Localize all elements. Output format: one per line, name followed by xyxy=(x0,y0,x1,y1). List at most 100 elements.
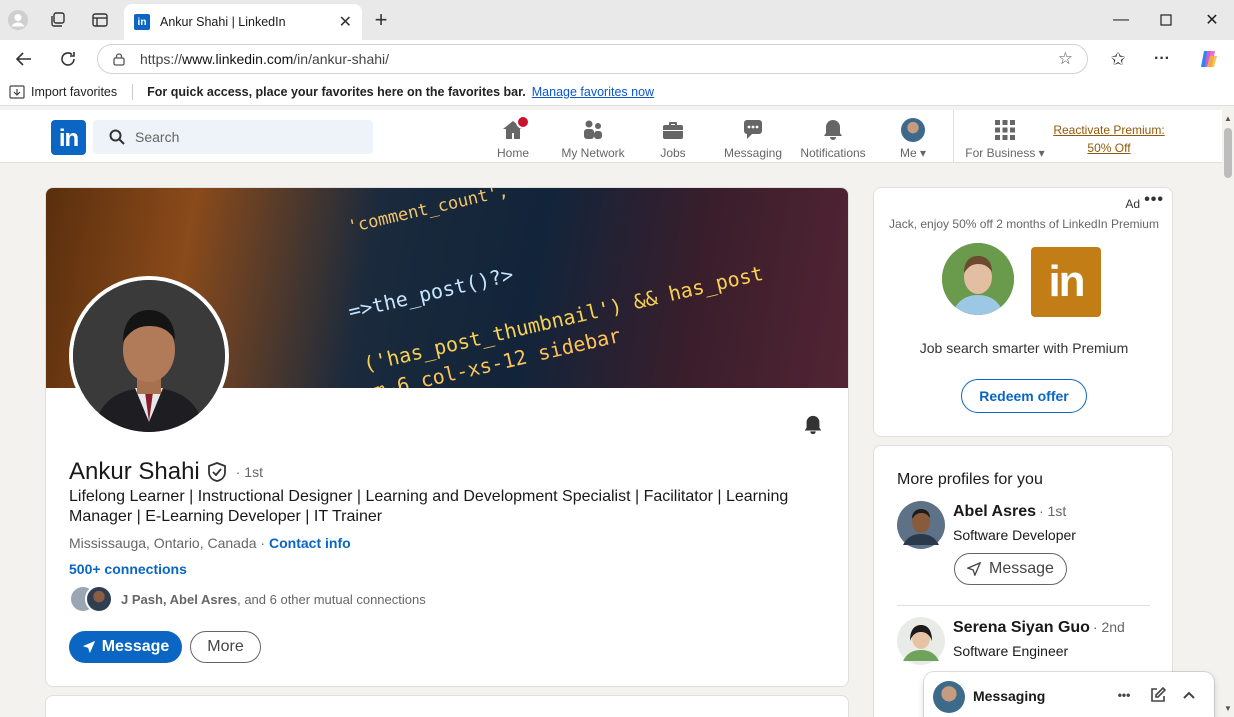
more-button[interactable]: More xyxy=(190,631,261,663)
profile-role: Software Engineer xyxy=(953,643,1069,659)
minimize-icon[interactable]: — xyxy=(1101,6,1141,34)
nav-me[interactable]: Me ▾ xyxy=(873,118,953,160)
divider xyxy=(953,110,954,163)
new-tab-icon[interactable]: + xyxy=(369,7,393,32)
close-window-icon[interactable]: ✕ xyxy=(1192,6,1232,34)
grid-icon xyxy=(962,118,1048,142)
banner-code-line: =>the_post()?> xyxy=(346,262,516,324)
redeem-offer-button[interactable]: Redeem offer xyxy=(961,379,1087,413)
scrollbar[interactable]: ▲ ▼ xyxy=(1222,110,1234,717)
add-favorite-star-icon[interactable]: ☆ xyxy=(1058,49,1073,69)
chevron-down-icon: ▾ xyxy=(919,146,927,160)
nav-messaging[interactable]: Messaging xyxy=(713,118,793,160)
favorites-icon[interactable]: ✩ xyxy=(1106,47,1130,71)
next-section-card xyxy=(45,695,849,717)
nav-label: For Business ▾ xyxy=(965,146,1045,160)
avatar[interactable] xyxy=(897,501,945,549)
nav-for-business[interactable]: For Business ▾ xyxy=(962,118,1048,160)
briefcase-icon xyxy=(633,118,713,142)
nav-label: Messaging xyxy=(723,146,783,160)
favorites-bar: Import favorites For quick access, place… xyxy=(0,78,1234,106)
profile-name[interactable]: Serena Siyan Guo · 2nd xyxy=(953,619,1125,637)
scroll-up-icon: ▲ xyxy=(1224,114,1232,123)
nav-my-network[interactable]: My Network xyxy=(553,118,633,160)
ad-text: Jack, enjoy 50% off 2 months of LinkedIn… xyxy=(889,217,1159,231)
tab-actions-icon[interactable] xyxy=(88,8,112,32)
url-field[interactable]: https://www.linkedin.com/in/ankur-shahi/… xyxy=(97,44,1088,74)
nav-label: My Network xyxy=(561,146,625,160)
avatar xyxy=(933,681,965,713)
chevron-down-icon: ▾ xyxy=(1038,146,1045,160)
profile-photo[interactable] xyxy=(69,276,229,436)
ad-label: Ad xyxy=(1125,197,1140,211)
chevron-up-icon[interactable] xyxy=(1179,685,1199,705)
address-toolbar: https://www.linkedin.com/in/ankur-shahi/… xyxy=(0,40,1234,78)
nav-home[interactable]: Home xyxy=(473,115,553,160)
ad-user-avatar xyxy=(942,243,1014,315)
network-icon xyxy=(553,118,633,142)
maximize-icon[interactable] xyxy=(1146,6,1186,34)
nav-label: Home xyxy=(496,146,529,160)
divider xyxy=(897,605,1150,606)
home-icon xyxy=(473,115,553,142)
profile-name: Ankur Shahi · 1st xyxy=(69,458,263,485)
message-button[interactable]: Message xyxy=(954,553,1067,585)
contact-info-link[interactable]: Contact info xyxy=(269,535,351,551)
more-options-icon[interactable]: ••• xyxy=(1144,191,1164,209)
active-tab[interactable]: in Ankur Shahi | LinkedIn ✕ xyxy=(124,4,362,40)
connections-link[interactable]: 500+ connections xyxy=(69,561,187,577)
nav-label: Me ▾ xyxy=(899,146,927,160)
reactivate-premium-link[interactable]: Reactivate Premium: 50% Off xyxy=(1048,121,1170,157)
linkedin-premium-logo: in xyxy=(1031,247,1101,317)
notification-dot xyxy=(516,115,530,129)
profile-icon[interactable] xyxy=(6,8,30,32)
browser-tab-bar: in Ankur Shahi | LinkedIn ✕ + — ✕ xyxy=(0,0,1234,40)
refresh-icon[interactable] xyxy=(56,47,80,71)
nav-notifications[interactable]: Notifications xyxy=(793,118,873,160)
tab-title: Ankur Shahi | LinkedIn xyxy=(160,15,286,29)
scroll-thumb[interactable] xyxy=(1224,128,1232,178)
copilot-icon[interactable] xyxy=(1197,47,1221,71)
follow-bell-icon[interactable] xyxy=(802,414,826,438)
more-options-icon[interactable]: ••• xyxy=(1114,685,1134,705)
back-icon[interactable] xyxy=(12,47,36,71)
profile-location: Mississauga, Ontario, Canada · Contact i… xyxy=(69,535,351,551)
search-placeholder: Search xyxy=(135,129,180,145)
search-icon xyxy=(109,129,125,145)
send-icon xyxy=(82,640,95,654)
send-icon xyxy=(967,562,982,576)
banner-code-line: 'comment_count', xyxy=(346,188,511,238)
url-text: https://www.linkedin.com/in/ankur-shahi/ xyxy=(140,51,390,67)
search-input[interactable]: Search xyxy=(93,120,373,154)
tab-close-icon[interactable]: ✕ xyxy=(339,12,352,32)
message-button[interactable]: Message xyxy=(69,631,182,663)
workspaces-icon[interactable] xyxy=(46,8,70,32)
me-avatar xyxy=(873,118,953,142)
messaging-overlay[interactable]: Messaging ••• xyxy=(924,672,1214,717)
nav-label: Jobs xyxy=(660,146,686,160)
manage-favorites-link[interactable]: Manage favorites now xyxy=(532,85,654,99)
lock-icon[interactable] xyxy=(112,52,126,66)
bell-icon xyxy=(793,118,873,142)
ad-headline: Job search smarter with Premium xyxy=(919,340,1129,356)
mutual-connections[interactable]: J Pash, Abel Asres, and 6 other mutual c… xyxy=(69,585,426,613)
avatar[interactable] xyxy=(897,617,945,665)
messaging-icon xyxy=(713,118,793,142)
settings-more-icon[interactable]: ··· xyxy=(1150,47,1174,71)
avatar xyxy=(85,585,113,613)
divider xyxy=(132,83,134,100)
linkedin-logo[interactable]: in xyxy=(51,120,86,155)
import-favorites-button[interactable]: Import favorites xyxy=(0,85,117,99)
import-favorites-label: Import favorites xyxy=(31,84,118,99)
nav-jobs[interactable]: Jobs xyxy=(633,118,713,160)
import-icon xyxy=(9,84,25,99)
favorites-hint: For quick access, place your favorites h… xyxy=(147,84,526,99)
profile-name[interactable]: Abel Asres · 1st xyxy=(953,503,1066,521)
messaging-label: Messaging xyxy=(973,688,1046,704)
connection-degree: · 1st xyxy=(235,464,263,480)
compose-icon[interactable] xyxy=(1148,685,1168,705)
scroll-down-icon: ▼ xyxy=(1224,704,1232,713)
more-profiles-title: More profiles for you xyxy=(897,471,1043,488)
verified-shield-icon[interactable] xyxy=(206,461,228,483)
linkedin-header: in Search Home My Network Jobs Messaging… xyxy=(0,110,1222,163)
